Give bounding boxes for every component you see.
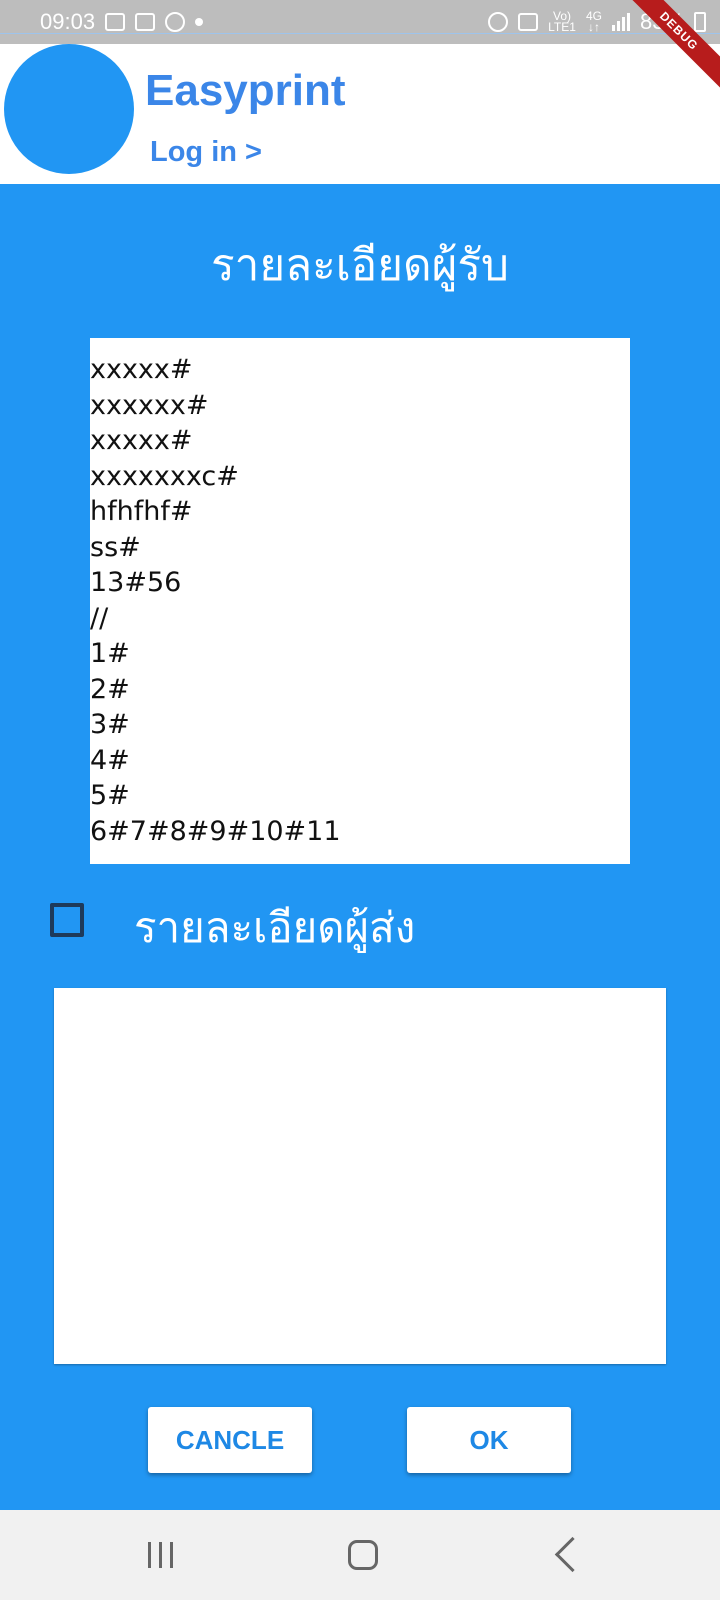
line-icon <box>165 12 186 32</box>
mobile-data-indicator: 4G ↓↑ <box>586 10 602 34</box>
back-icon[interactable] <box>554 1536 591 1573</box>
ok-button[interactable]: OK <box>407 1407 571 1473</box>
app-title: Easyprint <box>145 66 346 115</box>
recipient-line: xxxxxxxc# <box>90 460 239 492</box>
recipient-line: xxxxx# <box>90 425 193 456</box>
status-bar: 09:03 Vo) LTE1 4G ↓↑ 83% <box>0 0 720 44</box>
recipient-line: 3# <box>90 709 130 740</box>
battery-icon <box>694 12 706 32</box>
status-time: 09:03 <box>40 9 96 34</box>
signal-icon <box>611 13 630 31</box>
recipient-line: ss# <box>90 531 141 563</box>
recipient-line: 6#7#8#9#10#11 <box>90 815 341 847</box>
app-header: Easyprint Log in > <box>0 44 720 184</box>
recipient-line: // <box>90 602 109 634</box>
recipient-line: hfhfhf# <box>90 496 193 527</box>
recipient-title: รายละเอียดผู้รับ <box>211 241 509 290</box>
recipient-line: 2# <box>90 673 130 705</box>
sender-checkbox[interactable] <box>50 903 84 937</box>
sender-details-field[interactable] <box>54 988 666 1364</box>
sender-label: รายละเอียดผู้ส่ง <box>134 904 416 951</box>
recipient-line: xxxxxx# <box>90 389 209 421</box>
volte-indicator: Vo) LTE1 <box>548 10 576 34</box>
more-notifications-icon <box>195 18 204 26</box>
login-link[interactable]: Log in > <box>150 136 262 169</box>
data-arrows-icon: ↓↑ <box>587 20 600 34</box>
home-icon[interactable] <box>348 1540 378 1570</box>
parking-app-icon <box>135 13 156 31</box>
recipient-details-field[interactable]: xxxxx# xxxxxx# xxxxx# xxxxxxxc# hfhfhf# ss# 13… <box>90 338 630 864</box>
recipient-line: xxxxx# <box>90 354 193 385</box>
gallery-icon <box>105 13 126 31</box>
recipient-line: 1# <box>90 638 130 669</box>
recipient-line: 4# <box>90 744 130 776</box>
alarm-icon <box>488 12 509 32</box>
avatar[interactable] <box>4 44 134 174</box>
navigation-bar <box>0 1510 720 1600</box>
recent-apps-icon[interactable] <box>148 1542 173 1568</box>
cancel-button[interactable]: CANCLE <box>148 1407 312 1473</box>
lte-label: LTE1 <box>548 20 576 34</box>
recipient-line: 13#56 <box>90 567 182 598</box>
recipient-line: 5# <box>90 780 130 811</box>
mute-icon <box>518 13 539 31</box>
